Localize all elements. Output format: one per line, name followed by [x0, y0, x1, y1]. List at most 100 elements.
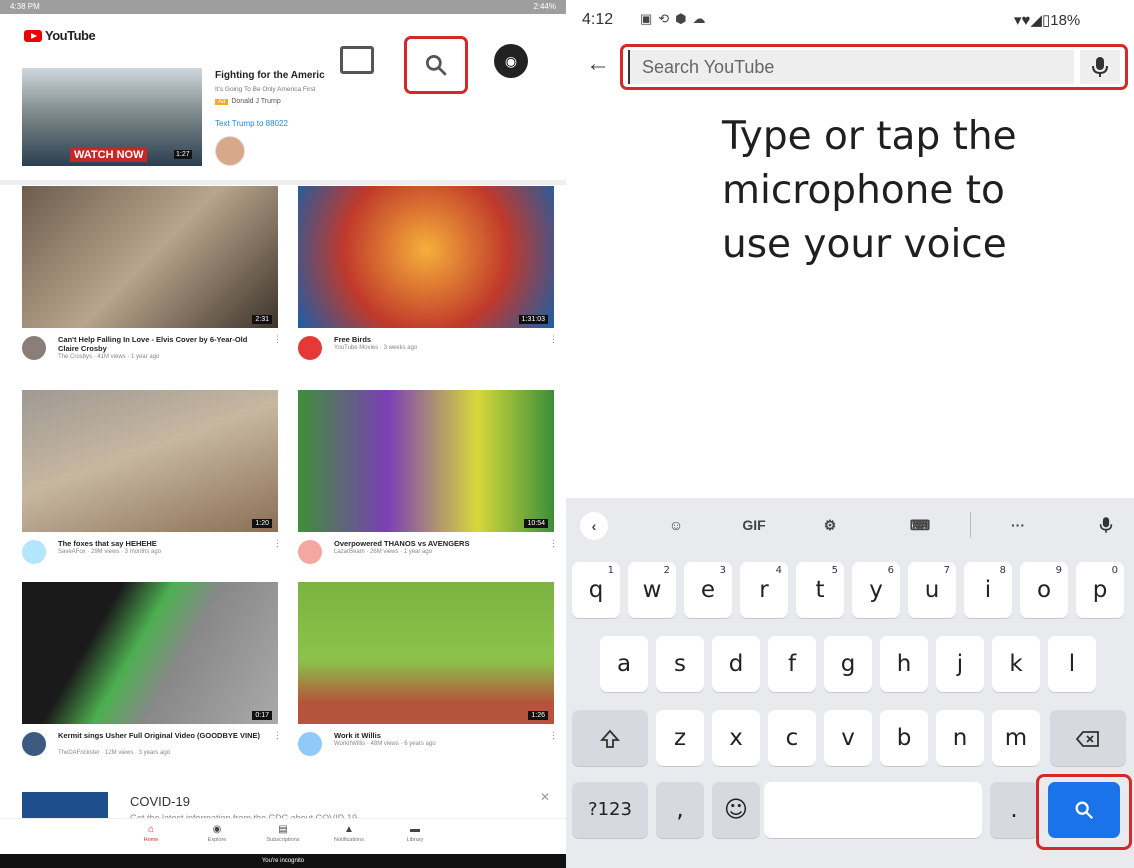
video-thumbnail[interactable]: 1:31:03	[298, 186, 554, 328]
gif-button[interactable]: GIF	[734, 512, 774, 538]
back-arrow-icon[interactable]: ←	[586, 50, 610, 78]
nav-home[interactable]: ⌂ Home	[118, 819, 184, 854]
key-j[interactable]: j	[936, 636, 984, 692]
comma-key[interactable]: ,	[656, 782, 704, 838]
more-icon[interactable]: ⋮	[273, 730, 282, 741]
key-w[interactable]: w2	[628, 562, 676, 618]
channel-avatar[interactable]	[298, 732, 322, 756]
video-thumbnail[interactable]: 1:20	[22, 390, 278, 532]
keyboard-search-key[interactable]	[1048, 782, 1120, 838]
video-subtitle: The Crosbys · 41M views · 1 year ago	[58, 354, 160, 360]
key-h[interactable]: h	[880, 636, 928, 692]
key-f[interactable]: f	[768, 636, 816, 692]
channel-avatar[interactable]	[298, 540, 322, 564]
nav-notifications[interactable]: ▲ Notifications	[316, 819, 382, 854]
video-subtitle: SaveAFox · 29M views · 3 months ago	[58, 549, 162, 555]
video-thumbnail[interactable]: 1:26	[298, 582, 554, 724]
key-b[interactable]: b	[880, 710, 928, 766]
ad-cta-link[interactable]: Text Trump to 88022	[215, 119, 288, 128]
key-hint: 7	[943, 565, 950, 576]
key-m[interactable]: m	[992, 710, 1040, 766]
emoji-key[interactable]: ☺	[712, 782, 760, 838]
key-n[interactable]: n	[936, 710, 984, 766]
backspace-icon	[1075, 730, 1099, 747]
key-hint: 6	[887, 565, 894, 576]
microphone-icon[interactable]	[1092, 512, 1120, 538]
video-card[interactable]: 1:31:03 Free Birds YouTube Movies · 3 we…	[298, 186, 558, 378]
more-icon[interactable]: ⋮	[549, 334, 558, 345]
more-icon[interactable]: ⋮	[273, 334, 282, 345]
key-s[interactable]: s	[656, 636, 704, 692]
video-card[interactable]: 0:17 Kermit sings Usher Full Original Vi…	[22, 582, 282, 774]
nav-library[interactable]: ▬ Library	[382, 819, 448, 854]
channel-avatar[interactable]	[22, 732, 46, 756]
video-title: The foxes that say HEHEHE	[58, 539, 157, 548]
keyboard: ‹ ☺ GIF ⚙ ⌨ ··· q1 w2 e3 r4 t5 y6 u7 i8 …	[566, 498, 1134, 868]
video-title: Can't Help Falling In Love - Elvis Cover…	[58, 335, 248, 353]
key-t[interactable]: t5	[796, 562, 844, 618]
video-duration: 1:20	[252, 519, 272, 528]
key-label: w	[642, 577, 662, 603]
video-thumbnail[interactable]: 2:31	[22, 186, 278, 328]
channel-avatar[interactable]	[298, 336, 322, 360]
video-duration: 2:31	[252, 315, 272, 324]
key-c[interactable]: c	[768, 710, 816, 766]
ad-card[interactable]: WATCH NOW 1:27 Fighting for the Americ I…	[22, 68, 562, 176]
covid-title: COVID-19	[130, 794, 190, 809]
key-g[interactable]: g	[824, 636, 872, 692]
more-icon[interactable]: ⋮	[549, 538, 558, 549]
video-duration: 1:26	[528, 711, 548, 720]
more-icon[interactable]: ⋮	[273, 538, 282, 549]
key-z[interactable]: z	[656, 710, 704, 766]
more-icon[interactable]: ···	[1004, 512, 1032, 538]
youtube-logo[interactable]: YouTube	[24, 28, 96, 43]
key-i[interactable]: i8	[964, 562, 1012, 618]
video-card[interactable]: 1:20 The foxes that say HEHEHE SaveAFox …	[22, 390, 282, 582]
key-p[interactable]: p0	[1076, 562, 1124, 618]
channel-avatar[interactable]	[22, 540, 46, 564]
video-card[interactable]: 1:26 Work it Willis WorkItWillis · 48M v…	[298, 582, 558, 774]
video-card[interactable]: 10:54 Overpowered THANOS vs AVENGERS Laz…	[298, 390, 558, 582]
key-v[interactable]: v	[824, 710, 872, 766]
key-k[interactable]: k	[992, 636, 1040, 692]
video-thumbnail[interactable]: 10:54	[298, 390, 554, 532]
more-icon[interactable]: ⋮	[549, 730, 558, 741]
keyboard-icon[interactable]: ⌨	[906, 512, 934, 538]
key-hint: 2	[663, 565, 670, 576]
video-card[interactable]: 2:31 Can't Help Falling In Love - Elvis …	[22, 186, 282, 378]
key-e[interactable]: e3	[684, 562, 732, 618]
voice-search-button[interactable]	[1080, 50, 1120, 84]
key-y[interactable]: y6	[852, 562, 900, 618]
key-d[interactable]: d	[712, 636, 760, 692]
channel-avatar[interactable]	[22, 336, 46, 360]
youtube-home-panel: 4:38 PM 2:44% YouTube ◉ WATCH NOW 1:27 F…	[0, 0, 566, 868]
key-a[interactable]: a	[600, 636, 648, 692]
close-icon[interactable]: ✕	[540, 790, 550, 804]
shift-key[interactable]	[572, 710, 648, 766]
video-thumbnail[interactable]: 0:17	[22, 582, 278, 724]
nav-subscriptions[interactable]: ▤ Subscriptions	[250, 819, 316, 854]
key-x[interactable]: x	[712, 710, 760, 766]
nav-explore[interactable]: ◉ Explore	[184, 819, 250, 854]
space-key[interactable]	[764, 782, 982, 838]
key-hint: 0	[1111, 565, 1118, 576]
key-o[interactable]: o9	[1020, 562, 1068, 618]
logo-text: YouTube	[45, 28, 96, 43]
ad-advertiser-line: Ad Donald J Trump	[215, 98, 281, 105]
subscriptions-icon: ▤	[278, 824, 288, 835]
gear-icon[interactable]: ⚙	[816, 512, 844, 538]
period-key[interactable]: .	[990, 782, 1038, 838]
chevron-left-icon[interactable]: ‹	[580, 512, 608, 540]
key-l[interactable]: l	[1048, 636, 1096, 692]
key-q[interactable]: q1	[572, 562, 620, 618]
search-input[interactable]	[628, 50, 1074, 84]
watch-now-label: WATCH NOW	[70, 148, 148, 162]
nav-label: Notifications	[334, 837, 364, 843]
video-title: Work it Willis	[334, 731, 381, 740]
sticker-icon[interactable]: ☺	[662, 512, 690, 538]
backspace-key[interactable]	[1050, 710, 1126, 766]
key-r[interactable]: r4	[740, 562, 788, 618]
symbols-key[interactable]: ?123	[572, 782, 648, 838]
key-u[interactable]: u7	[908, 562, 956, 618]
battery-level: 18%	[1050, 12, 1081, 29]
